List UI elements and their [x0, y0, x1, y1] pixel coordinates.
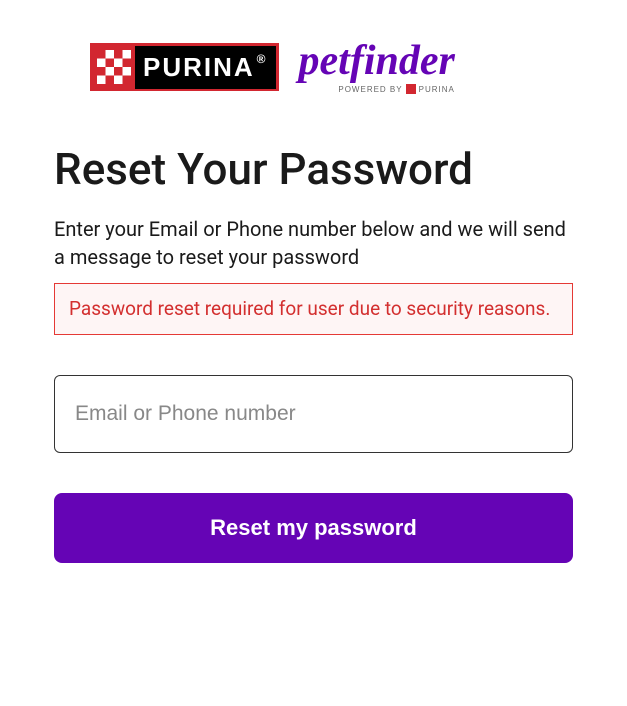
page-heading: Reset Your Password	[54, 144, 573, 195]
page-description: Enter your Email or Phone number below a…	[54, 215, 573, 271]
petfinder-powered-by: POWERED BY PURINA	[338, 84, 454, 94]
petfinder-logo: petfinder POWERED BY PURINA	[299, 40, 455, 94]
email-phone-input[interactable]	[54, 375, 573, 453]
form-content: Reset Your Password Enter your Email or …	[50, 144, 577, 563]
purina-mini-icon	[406, 84, 416, 94]
reset-password-button[interactable]: Reset my password	[54, 493, 573, 563]
logo-row: PURINA® petfinder POWERED BY PURINA	[50, 40, 577, 94]
error-message: Password reset required for user due to …	[54, 283, 573, 336]
purina-logo: PURINA®	[90, 43, 279, 91]
petfinder-logo-text: petfinder	[299, 40, 455, 82]
purina-checkerboard-icon	[93, 46, 135, 88]
purina-logo-text: PURINA®	[135, 46, 276, 89]
